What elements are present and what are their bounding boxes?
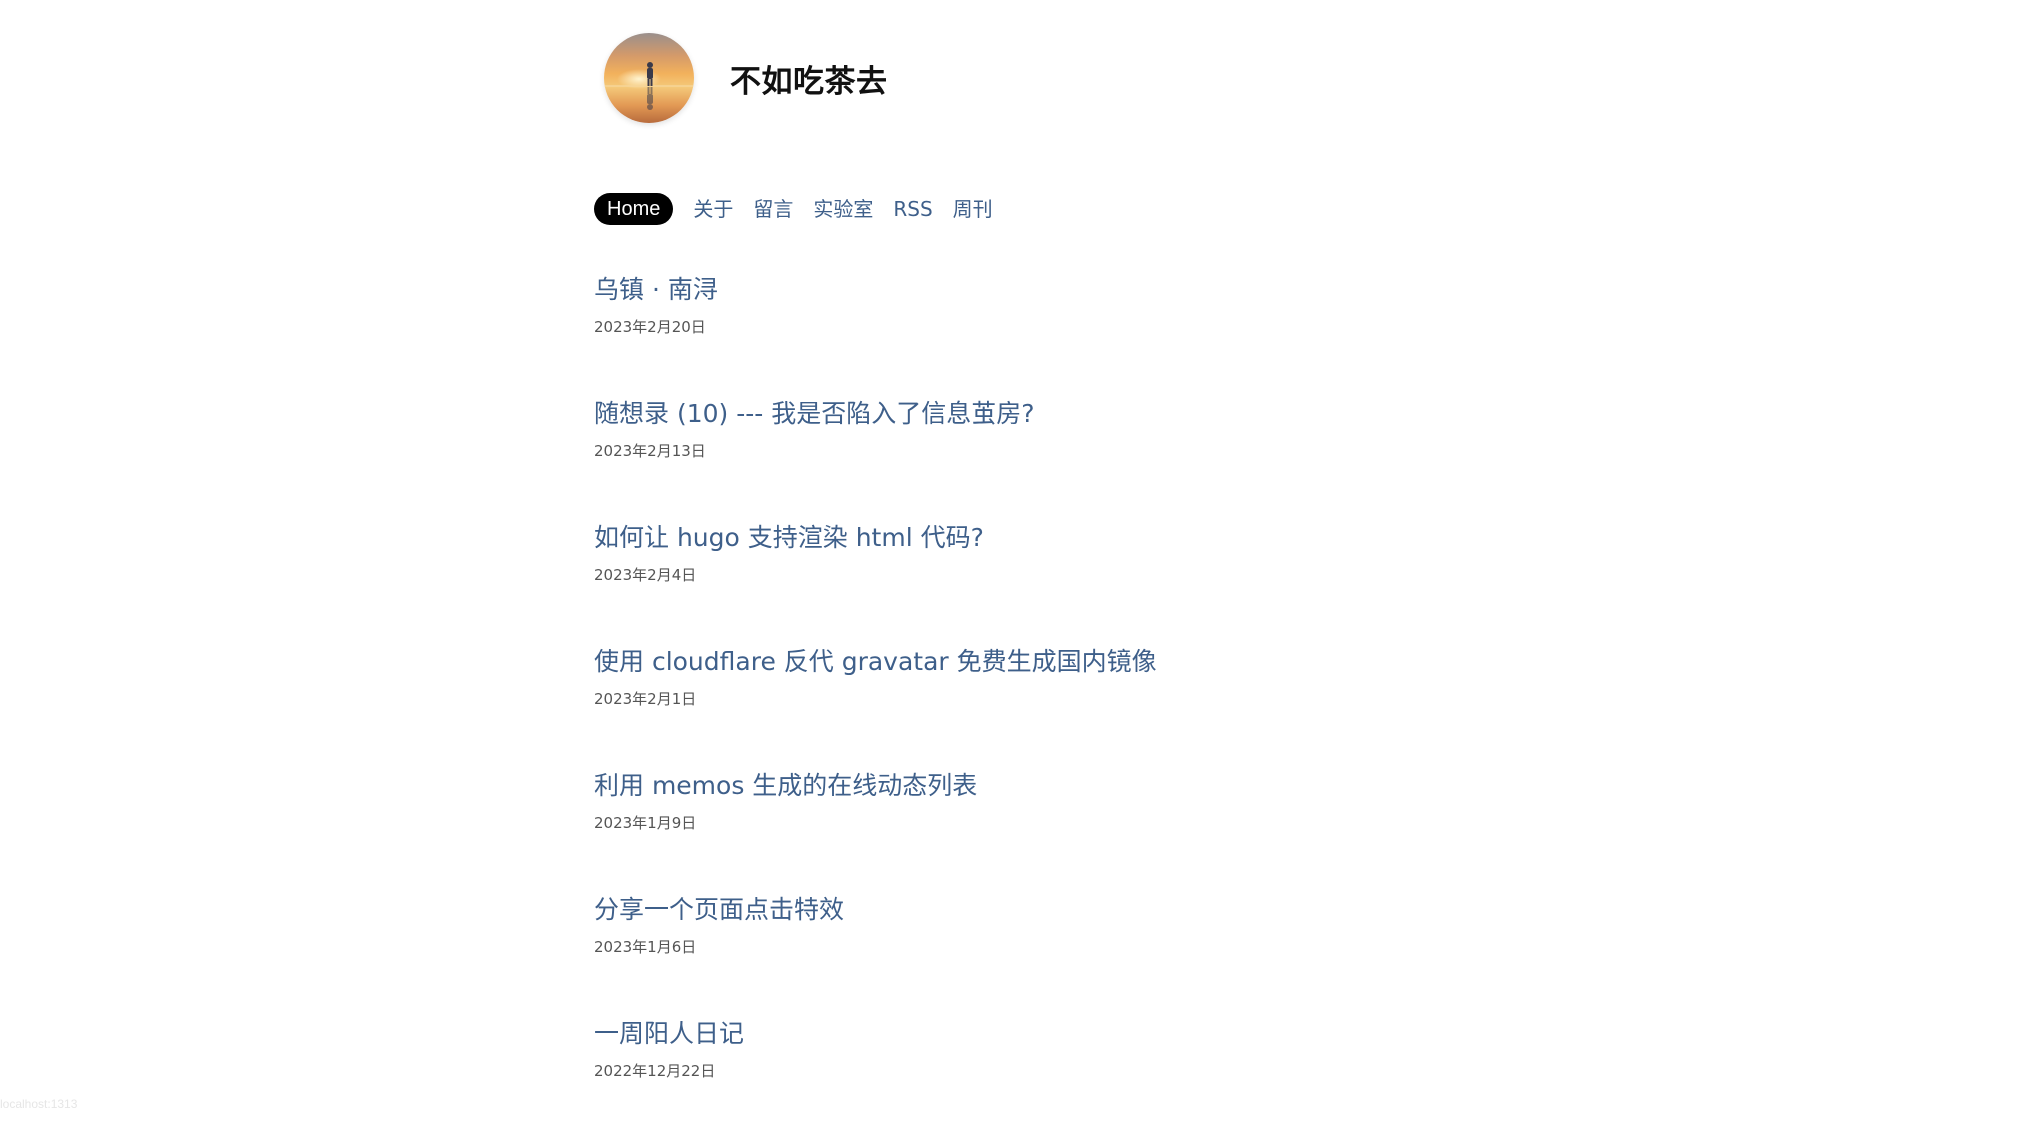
post-list: 乌镇 · 南浔 2023年2月20日 随想录 (10) --- 我是否陷入了信息…	[594, 272, 1494, 1140]
post-date: 2023年2月20日	[594, 318, 706, 336]
nav-item-lab[interactable]: 实验室	[813, 193, 873, 225]
nav-item-home[interactable]: Home	[594, 193, 674, 225]
post-date: 2023年2月1日	[594, 690, 697, 708]
list-item: 如何让 hugo 支持渲染 html 代码? 2023年2月4日	[594, 520, 1494, 644]
list-item: 使用 cloudflare 反代 gravatar 免费生成国内镜像 2023年…	[594, 644, 1494, 768]
nav-item-weekly[interactable]: 周刊	[953, 193, 993, 225]
post-title-link[interactable]: 如何让 hugo 支持渲染 html 代码?	[594, 520, 1494, 556]
nav-item-rss[interactable]: RSS	[893, 193, 932, 225]
post-date: 2022年12月22日	[594, 1062, 716, 1080]
post-date: 2023年1月6日	[594, 938, 697, 956]
list-item: 乌镇 · 南浔 2023年2月20日	[594, 272, 1494, 396]
post-date: 2023年2月4日	[594, 566, 697, 584]
nav-item-guestbook[interactable]: 留言	[753, 193, 793, 225]
list-item: 一周阳人日记 2022年12月22日	[594, 1016, 1494, 1140]
main-nav: Home 关于 留言 实验室 RSS 周刊	[594, 193, 1013, 225]
list-item: 利用 memos 生成的在线动态列表 2023年1月9日	[594, 768, 1494, 892]
post-title-link[interactable]: 一周阳人日记	[594, 1016, 1494, 1052]
site-title[interactable]: 不如吃茶去	[730, 56, 888, 101]
list-item: 随想录 (10) --- 我是否陷入了信息茧房? 2023年2月13日	[594, 396, 1494, 520]
list-item: 分享一个页面点击特效 2023年1月6日	[594, 892, 1494, 1016]
post-title-link[interactable]: 使用 cloudflare 反代 gravatar 免费生成国内镜像	[594, 644, 1494, 680]
nav-item-about[interactable]: 关于	[693, 193, 733, 225]
post-title-link[interactable]: 随想录 (10) --- 我是否陷入了信息茧房?	[594, 396, 1494, 432]
avatar-image	[604, 33, 694, 123]
post-title-link[interactable]: 乌镇 · 南浔	[594, 272, 1494, 308]
post-title-link[interactable]: 分享一个页面点击特效	[594, 892, 1494, 928]
site-header: 不如吃茶去	[604, 33, 888, 123]
post-title-link[interactable]: 利用 memos 生成的在线动态列表	[594, 768, 1494, 804]
post-date: 2023年2月13日	[594, 442, 706, 460]
avatar[interactable]	[604, 33, 694, 123]
status-bar-url: localhost:1313	[0, 1097, 78, 1111]
post-date: 2023年1月9日	[594, 814, 697, 832]
